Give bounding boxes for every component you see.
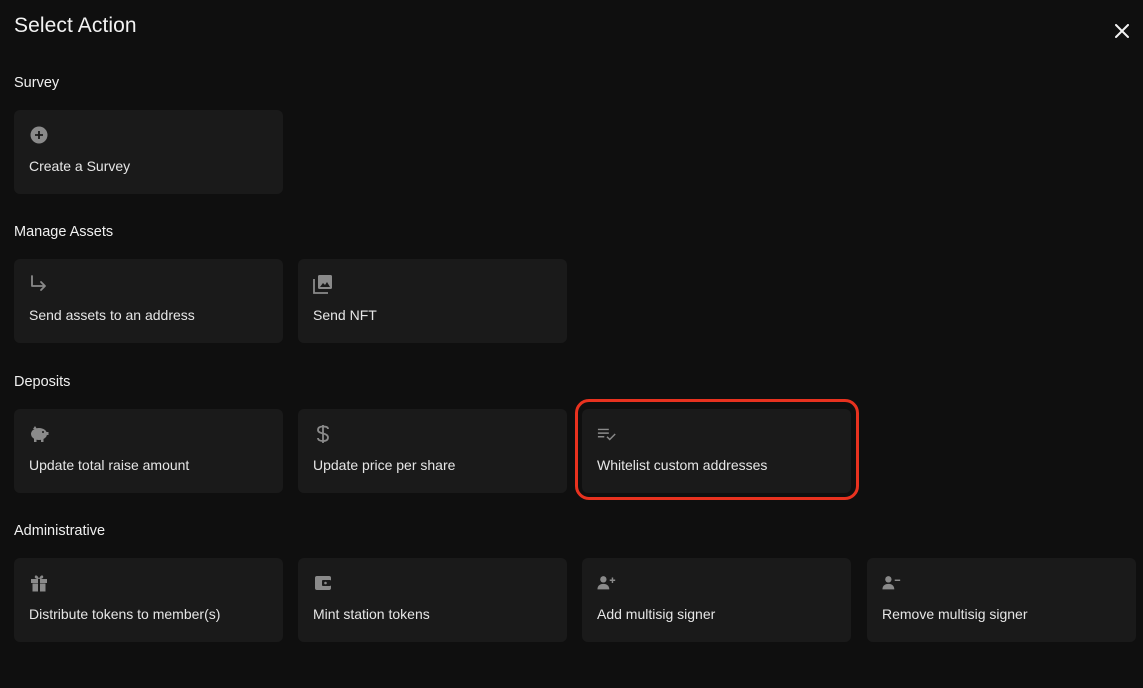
image-collection-icon xyxy=(313,274,333,294)
action-card-mint-station-tokens[interactable]: Mint station tokens xyxy=(298,558,567,642)
action-card-label: Distribute tokens to member(s) xyxy=(29,606,221,622)
close-button[interactable] xyxy=(1111,20,1133,42)
action-card-distribute-tokens[interactable]: Distribute tokens to member(s) xyxy=(14,558,283,642)
action-card-update-total-raise[interactable]: Update total raise amount xyxy=(14,409,283,493)
action-card-label: Create a Survey xyxy=(29,158,131,174)
forward-arrow-icon xyxy=(29,274,49,294)
section-title-survey: Survey xyxy=(14,75,60,91)
wallet-icon xyxy=(313,573,333,593)
piggy-bank-icon xyxy=(29,424,49,444)
modal-title: Select Action xyxy=(14,14,137,37)
action-card-label: Whitelist custom addresses xyxy=(597,457,768,473)
action-card-label: Add multisig signer xyxy=(597,606,716,622)
checklist-icon xyxy=(597,424,617,444)
action-card-create-survey[interactable]: Create a Survey xyxy=(14,110,283,194)
action-card-add-multisig-signer[interactable]: Add multisig signer xyxy=(582,558,851,642)
action-card-label: Update total raise amount xyxy=(29,457,190,473)
close-icon xyxy=(1115,24,1129,38)
dollar-icon xyxy=(313,424,333,444)
action-card-send-nft[interactable]: Send NFT xyxy=(298,259,567,343)
action-card-update-price-per-share[interactable]: Update price per share xyxy=(298,409,567,493)
person-add-icon xyxy=(597,573,617,593)
select-action-modal: Select Action Survey Create a Survey Man… xyxy=(0,0,1143,688)
gift-icon xyxy=(29,573,49,593)
action-card-send-assets[interactable]: Send assets to an address xyxy=(14,259,283,343)
action-card-label: Update price per share xyxy=(313,457,456,473)
action-card-label: Mint station tokens xyxy=(313,606,430,622)
add-circle-icon xyxy=(29,125,49,145)
action-card-label: Remove multisig signer xyxy=(882,606,1028,622)
action-card-label: Send NFT xyxy=(313,307,377,323)
section-title-administrative: Administrative xyxy=(14,523,106,539)
section-title-manage-assets: Manage Assets xyxy=(14,224,114,240)
action-card-whitelist-addresses[interactable]: Whitelist custom addresses xyxy=(582,409,851,493)
section-title-deposits: Deposits xyxy=(14,374,71,390)
action-card-remove-multisig-signer[interactable]: Remove multisig signer xyxy=(867,558,1136,642)
person-remove-icon xyxy=(882,573,902,593)
action-card-label: Send assets to an address xyxy=(29,307,195,323)
